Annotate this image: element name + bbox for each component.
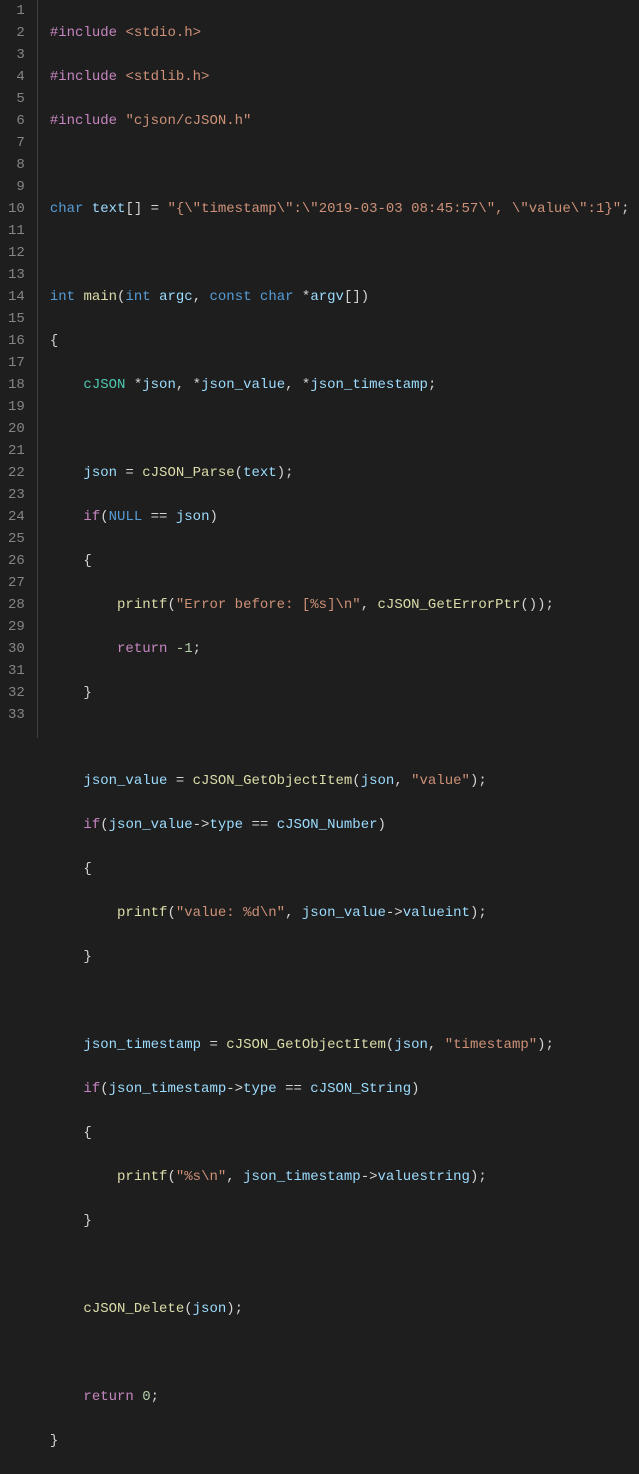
code-line[interactable]: { xyxy=(50,330,639,352)
line-number: 11 xyxy=(8,220,25,242)
line-number: 24 xyxy=(8,506,25,528)
line-number: 30 xyxy=(8,638,25,660)
code-editor[interactable]: #include <stdio.h> #include <stdlib.h> #… xyxy=(38,0,639,738)
code-line[interactable] xyxy=(50,990,639,1012)
line-number: 9 xyxy=(8,176,25,198)
code-line[interactable] xyxy=(50,154,639,176)
code-line[interactable]: } xyxy=(50,946,639,968)
code-line[interactable] xyxy=(50,418,639,440)
line-number: 7 xyxy=(8,132,25,154)
line-number: 14 xyxy=(8,286,25,308)
line-number: 16 xyxy=(8,330,25,352)
line-number: 6 xyxy=(8,110,25,132)
line-number: 25 xyxy=(8,528,25,550)
code-line[interactable]: int main(int argc, const char *argv[]) xyxy=(50,286,639,308)
line-number: 4 xyxy=(8,66,25,88)
code-line[interactable]: cJSON *json, *json_value, *json_timestam… xyxy=(50,374,639,396)
line-number: 27 xyxy=(8,572,25,594)
line-number: 18 xyxy=(8,374,25,396)
line-number: 28 xyxy=(8,594,25,616)
code-line[interactable]: printf("%s\n", json_timestamp->valuestri… xyxy=(50,1166,639,1188)
code-line[interactable]: #include <stdio.h> xyxy=(50,22,639,44)
code-line[interactable]: } xyxy=(50,1430,639,1452)
line-number: 12 xyxy=(8,242,25,264)
code-line[interactable]: json_value = cJSON_GetObjectItem(json, "… xyxy=(50,770,639,792)
code-line[interactable] xyxy=(50,726,639,748)
code-line[interactable]: cJSON_Delete(json); xyxy=(50,1298,639,1320)
code-line[interactable]: printf("Error before: [%s]\n", cJSON_Get… xyxy=(50,594,639,616)
code-line[interactable]: return -1; xyxy=(50,638,639,660)
line-number: 5 xyxy=(8,88,25,110)
line-number: 26 xyxy=(8,550,25,572)
line-number: 17 xyxy=(8,352,25,374)
code-line[interactable]: #include "cjson/cJSON.h" xyxy=(50,110,639,132)
line-number: 1 xyxy=(8,0,25,22)
line-number: 32 xyxy=(8,682,25,704)
code-line[interactable] xyxy=(50,1342,639,1364)
code-line[interactable]: json = cJSON_Parse(text); xyxy=(50,462,639,484)
line-number: 22 xyxy=(8,462,25,484)
code-line[interactable]: { xyxy=(50,550,639,572)
code-line[interactable] xyxy=(50,1254,639,1276)
code-line[interactable]: char text[] = "{\"timestamp\":\"2019-03-… xyxy=(50,198,639,220)
code-line[interactable]: if(json_value->type == cJSON_Number) xyxy=(50,814,639,836)
line-number: 29 xyxy=(8,616,25,638)
line-number: 31 xyxy=(8,660,25,682)
line-number: 21 xyxy=(8,440,25,462)
code-line[interactable]: } xyxy=(50,1210,639,1232)
line-number: 2 xyxy=(8,22,25,44)
line-number: 20 xyxy=(8,418,25,440)
code-line[interactable]: printf("value: %d\n", json_value->valuei… xyxy=(50,902,639,924)
code-line[interactable]: { xyxy=(50,1122,639,1144)
code-line[interactable]: if(NULL == json) xyxy=(50,506,639,528)
code-line[interactable]: if(json_timestamp->type == cJSON_String) xyxy=(50,1078,639,1100)
code-line[interactable]: } xyxy=(50,682,639,704)
code-line[interactable] xyxy=(50,242,639,264)
line-number: 19 xyxy=(8,396,25,418)
code-line[interactable]: #include <stdlib.h> xyxy=(50,66,639,88)
code-line[interactable]: json_timestamp = cJSON_GetObjectItem(jso… xyxy=(50,1034,639,1056)
line-number: 15 xyxy=(8,308,25,330)
code-line[interactable]: { xyxy=(50,858,639,880)
line-number: 13 xyxy=(8,264,25,286)
code-line[interactable]: return 0; xyxy=(50,1386,639,1408)
line-number: 10 xyxy=(8,198,25,220)
line-number: 23 xyxy=(8,484,25,506)
line-number: 33 xyxy=(8,704,25,726)
line-number: 8 xyxy=(8,154,25,176)
line-number: 3 xyxy=(8,44,25,66)
line-number-gutter: 1 2 3 4 5 6 7 8 9 10 11 12 13 14 15 16 1… xyxy=(0,0,38,738)
